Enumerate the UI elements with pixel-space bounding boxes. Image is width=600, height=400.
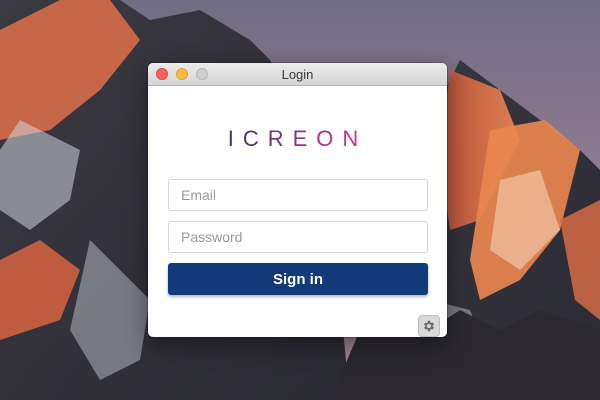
icreon-logo: ICREON bbox=[228, 126, 368, 151]
window-title: Login bbox=[281, 67, 314, 82]
password-field[interactable] bbox=[168, 221, 428, 253]
desktop: Login ICREON Sign in bbox=[0, 0, 600, 400]
gear-icon bbox=[424, 320, 434, 332]
email-field[interactable] bbox=[168, 179, 428, 211]
settings-button[interactable] bbox=[418, 315, 440, 337]
logo-text: ICREON bbox=[228, 126, 368, 151]
sign-in-button[interactable]: Sign in bbox=[168, 263, 428, 295]
login-window: Login ICREON Sign in bbox=[148, 63, 447, 337]
title-bar: Login bbox=[148, 63, 447, 86]
